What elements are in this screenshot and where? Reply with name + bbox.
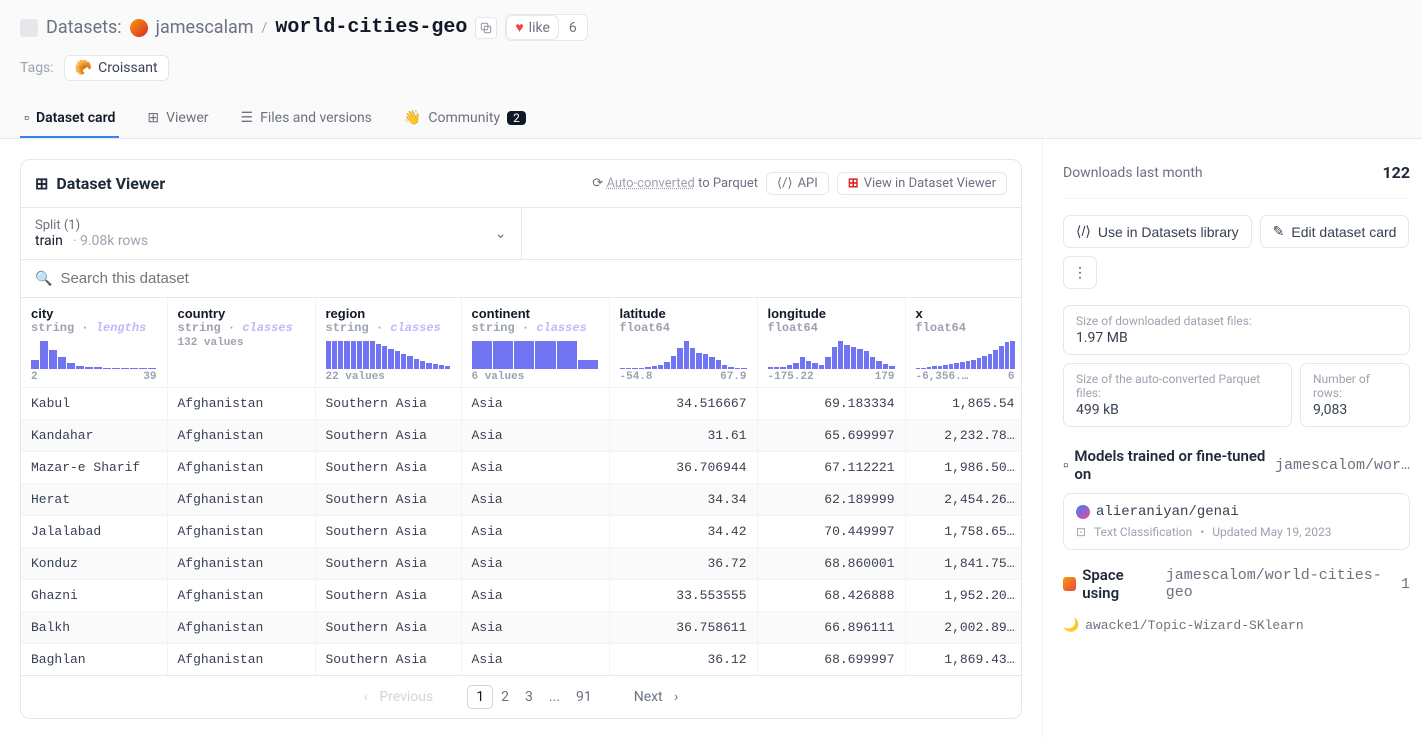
croissant-icon: 🥐 bbox=[75, 60, 92, 76]
heart-icon: ♥ bbox=[515, 19, 523, 36]
tag-croissant[interactable]: 🥐Croissant bbox=[64, 55, 169, 81]
column-header-continent[interactable]: continentstring · classes6 values bbox=[461, 298, 609, 388]
gradient-dot-icon bbox=[1076, 505, 1090, 519]
search-input[interactable] bbox=[60, 270, 1007, 287]
stat-download-size[interactable]: Size of downloaded dataset files:1.97 MB bbox=[1063, 305, 1410, 355]
datasets-label: Datasets: bbox=[46, 17, 122, 38]
model-updated: Updated May 19, 2023 bbox=[1212, 525, 1331, 539]
downloads-label: Downloads last month bbox=[1063, 165, 1203, 181]
tags-row: Tags: 🥐Croissant bbox=[20, 55, 1402, 81]
code-icon: ⟨/⟩ bbox=[777, 176, 793, 191]
table-icon: ⊞ bbox=[35, 174, 48, 193]
pager-page-3[interactable]: 3 bbox=[517, 686, 541, 708]
like-button[interactable]: ♥ like bbox=[506, 15, 559, 40]
spaces-heading: Space using jamescalom/world-cities-geo … bbox=[1063, 566, 1410, 602]
slash: / bbox=[262, 20, 268, 36]
tab-dataset-card[interactable]: ▫Dataset card bbox=[20, 99, 119, 138]
view-in-viewer-button[interactable]: ⊞View in Dataset Viewer bbox=[837, 172, 1007, 195]
chevron-down-icon: ⌄ bbox=[495, 226, 507, 242]
cube-icon: ▫ bbox=[1063, 456, 1068, 474]
owner-link[interactable]: jamescalam bbox=[156, 17, 254, 38]
table-row[interactable]: BalkhAfghanistanSouthern AsiaAsia36.7586… bbox=[21, 612, 1021, 644]
files-icon: ☰ bbox=[241, 110, 254, 126]
column-header-region[interactable]: regionstring · classes22 values bbox=[315, 298, 461, 388]
viewer-title: ⊞Dataset Viewer bbox=[35, 174, 165, 193]
models-heading: ▫Models trained or fine-tuned on jamesca… bbox=[1063, 447, 1410, 483]
dots-icon: ⋮ bbox=[1073, 264, 1087, 281]
edit-card-button[interactable]: ✎Edit dataset card bbox=[1260, 215, 1410, 248]
table-row[interactable]: JalalabadAfghanistanSouthern AsiaAsia34.… bbox=[21, 516, 1021, 548]
histogram bbox=[472, 341, 599, 369]
tab-files[interactable]: ☰Files and versions bbox=[237, 99, 376, 138]
cube-icon: ▫ bbox=[24, 109, 29, 126]
like-label: like bbox=[529, 20, 550, 36]
space-item[interactable]: 🌙awacke1/Topic-Wizard-SKlearn bbox=[1063, 612, 1410, 639]
table-row[interactable]: KandaharAfghanistanSouthern AsiaAsia31.6… bbox=[21, 420, 1021, 452]
histogram bbox=[916, 341, 1015, 369]
pager: ‹ Previous 123...91 Next › bbox=[21, 675, 1021, 718]
column-header-country[interactable]: countrystring · classes132 values bbox=[167, 298, 315, 388]
tags-label: Tags: bbox=[20, 60, 54, 76]
histogram bbox=[31, 341, 157, 369]
viewer-panel: ⊞Dataset Viewer ⟳ Auto-converted to Parq… bbox=[20, 159, 1022, 719]
breadcrumb: Datasets: jamescalam / world-cities-geo … bbox=[20, 14, 1402, 41]
model-task: Text Classification bbox=[1094, 525, 1192, 539]
table-row[interactable]: GhazniAfghanistanSouthern AsiaAsia33.553… bbox=[21, 580, 1021, 612]
downloads-count: 122 bbox=[1382, 163, 1410, 182]
histogram bbox=[620, 341, 747, 369]
histogram bbox=[326, 341, 451, 369]
table-row[interactable]: BaghlanAfghanistanSouthern AsiaAsia36.12… bbox=[21, 644, 1021, 676]
model-name: alieraniyan/genai bbox=[1096, 504, 1239, 520]
table-row[interactable]: KonduzAfghanistanSouthern AsiaAsia36.726… bbox=[21, 548, 1021, 580]
stat-rows[interactable]: Number of rows:9,083 bbox=[1300, 363, 1410, 427]
copy-name-button[interactable] bbox=[475, 17, 497, 39]
stat-parquet-size[interactable]: Size of the auto-converted Parquet files… bbox=[1063, 363, 1292, 427]
pager-page-2[interactable]: 2 bbox=[493, 686, 517, 708]
pager-page-91[interactable]: 91 bbox=[568, 686, 600, 708]
table-row[interactable]: KabulAfghanistanSouthern AsiaAsia34.5166… bbox=[21, 388, 1021, 420]
more-button[interactable]: ⋮ bbox=[1063, 256, 1097, 289]
tabs: ▫Dataset card ⊞Viewer ☰Files and version… bbox=[20, 99, 1402, 138]
dataset-icon bbox=[20, 19, 38, 37]
community-badge: 2 bbox=[507, 111, 526, 125]
space-icon bbox=[1063, 577, 1076, 591]
owner-avatar[interactable] bbox=[130, 19, 148, 37]
data-table: citystring · lengths239countrystring · c… bbox=[21, 298, 1021, 675]
table-row[interactable]: HeratAfghanistanSouthern AsiaAsia34.3462… bbox=[21, 484, 1021, 516]
tab-viewer[interactable]: ⊞Viewer bbox=[143, 99, 212, 138]
task-icon: ⊡ bbox=[1076, 525, 1086, 539]
refresh-icon: ⟳ bbox=[592, 176, 603, 191]
like-count: 6 bbox=[559, 17, 587, 39]
pager-page-1[interactable]: 1 bbox=[467, 685, 493, 709]
split-selector[interactable]: Split (1) train · 9.08k rows ⌄ bbox=[21, 208, 522, 259]
code-icon: ⟨/⟩ bbox=[1076, 223, 1091, 240]
auto-converted-link[interactable]: ⟳ Auto-converted to Parquet bbox=[592, 176, 758, 191]
column-header-city[interactable]: citystring · lengths239 bbox=[21, 298, 167, 388]
tab-community[interactable]: 👋Community2 bbox=[400, 99, 530, 138]
split-rows: · 9.08k rows bbox=[73, 233, 148, 249]
viewer-icon: ⊞ bbox=[848, 176, 859, 191]
search-icon: 🔍 bbox=[35, 271, 52, 287]
split-value: train bbox=[35, 233, 63, 249]
split-label: Split (1) bbox=[35, 218, 507, 233]
model-card[interactable]: alieraniyan/genai ⊡Text Classification •… bbox=[1063, 493, 1410, 550]
column-header-longitude[interactable]: longitudefloat64-175.22179 bbox=[757, 298, 905, 388]
table-row[interactable]: Mazar-e SharifAfghanistanSouthern AsiaAs… bbox=[21, 452, 1021, 484]
wave-icon: 👋 bbox=[404, 110, 421, 126]
histogram bbox=[768, 341, 895, 369]
grid-icon: ⊞ bbox=[147, 110, 159, 126]
moon-icon: 🌙 bbox=[1063, 618, 1079, 633]
pager-next[interactable]: Next › bbox=[618, 686, 687, 708]
pager-prev: ‹ Previous bbox=[356, 686, 450, 708]
pager-page-...: ... bbox=[541, 686, 568, 708]
column-header-latitude[interactable]: latitudefloat64-54.867.9 bbox=[609, 298, 757, 388]
column-header-x[interactable]: xfloat64-6,356.…6 bbox=[905, 298, 1021, 388]
use-library-button[interactable]: ⟨/⟩Use in Datasets library bbox=[1063, 215, 1252, 248]
dataset-name[interactable]: world-cities-geo bbox=[275, 16, 467, 39]
split-selector-right bbox=[522, 208, 1022, 259]
like-pill: ♥ like 6 bbox=[505, 14, 587, 41]
api-button[interactable]: ⟨/⟩API bbox=[766, 172, 829, 195]
pencil-icon: ✎ bbox=[1273, 223, 1285, 240]
